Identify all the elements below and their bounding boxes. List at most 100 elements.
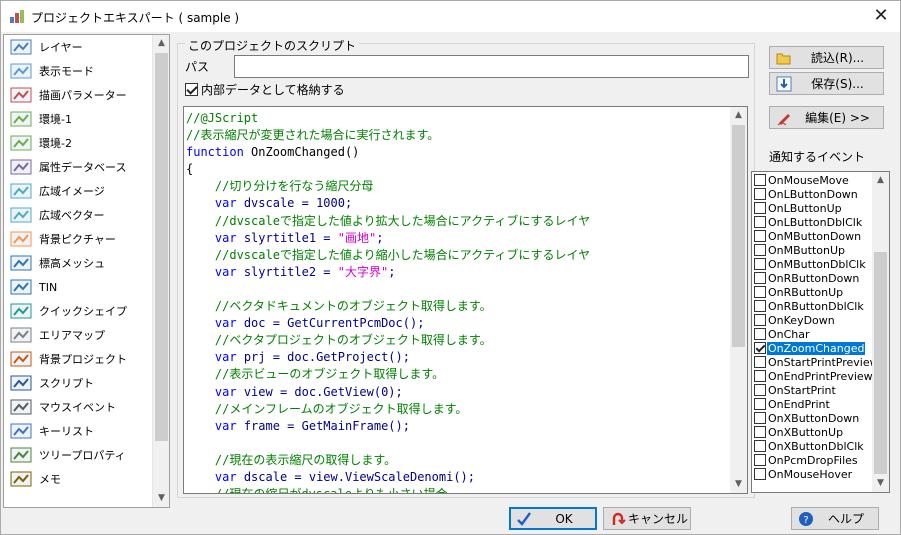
script-group-title: このプロジェクトのスクリプト [185, 37, 360, 54]
cancel-button[interactable]: キャンセル [603, 507, 691, 530]
code-line: var dvscale = 1000; [186, 195, 590, 212]
save-button[interactable]: 保存(S)... [769, 72, 884, 95]
event-checkbox[interactable] [754, 258, 766, 270]
event-item[interactable]: OnXButtonDown [754, 411, 872, 425]
event-checkbox[interactable] [754, 188, 766, 200]
event-item[interactable]: OnPcmDropFiles [754, 453, 872, 467]
category-item[interactable]: 背景ピクチャー [6, 228, 154, 250]
event-item[interactable]: OnMouseHover [754, 467, 872, 481]
event-checkbox[interactable] [754, 370, 766, 382]
event-checkbox[interactable] [754, 356, 766, 368]
event-item-label: OnEndPrint [768, 397, 830, 411]
ok-button[interactable]: OK [509, 507, 597, 530]
edit-button[interactable]: 編集(E) >> [769, 106, 884, 129]
event-checkbox[interactable] [754, 342, 766, 354]
event-checkbox[interactable] [754, 230, 766, 242]
event-item[interactable]: OnXButtonDblClk [754, 439, 872, 453]
category-item[interactable]: 広域イメージ [6, 180, 154, 202]
category-item[interactable]: クイックシェイプ [6, 300, 154, 322]
event-item[interactable]: OnEndPrint [754, 397, 872, 411]
event-checkbox[interactable] [754, 244, 766, 256]
event-item[interactable]: OnLButtonDown [754, 187, 872, 201]
event-checkbox[interactable] [754, 286, 766, 298]
category-item[interactable]: TIN [6, 276, 154, 298]
scroll-down-icon[interactable]: ▼ [872, 475, 889, 492]
event-checkbox[interactable] [754, 272, 766, 284]
event-checkbox[interactable] [754, 398, 766, 410]
scroll-down-icon[interactable]: ▼ [730, 476, 747, 493]
category-item[interactable]: スクリプト [6, 372, 154, 394]
category-item[interactable]: 属性データベース [6, 156, 154, 178]
category-item[interactable]: 環境-1 [6, 108, 154, 130]
category-item[interactable]: 広域ベクター [6, 204, 154, 226]
load-button[interactable]: 読込(R)... [769, 46, 884, 69]
category-list-scrollbar[interactable]: ▲ ▼ [152, 35, 169, 507]
code-line: { [186, 161, 590, 178]
project-expert-dialog: プロジェクトエキスパート ( sample ) ✕ メモ ツリープロパティ キーリス… [0, 0, 901, 535]
event-item[interactable]: OnMButtonDown [754, 229, 872, 243]
event-checkbox[interactable] [754, 328, 766, 340]
category-item[interactable]: マウスイベント [6, 396, 154, 418]
path-input[interactable] [234, 55, 749, 78]
event-checkbox[interactable] [754, 454, 766, 466]
store-internal-check-icon[interactable] [185, 83, 198, 96]
category-item[interactable]: 環境-2 [6, 132, 154, 154]
editor-scrollbar[interactable]: ▲ ▼ [730, 107, 747, 493]
category-item[interactable]: レイヤー [6, 36, 154, 58]
category-item[interactable]: 標高メッシュ [6, 252, 154, 274]
category-item[interactable]: 描画パラメーター [6, 84, 154, 106]
event-item[interactable]: OnMButtonDblClk [754, 257, 872, 271]
close-button[interactable]: ✕ [870, 4, 892, 28]
event-checkbox[interactable] [754, 174, 766, 186]
scroll-thumb[interactable] [155, 53, 168, 441]
event-item[interactable]: OnMouseMove [754, 173, 872, 187]
event-item[interactable]: OnStartPrint [754, 383, 872, 397]
event-checkbox[interactable] [754, 314, 766, 326]
category-item[interactable]: 表示モード [6, 60, 154, 82]
category-item[interactable]: キーリスト [6, 420, 154, 442]
event-checkbox[interactable] [754, 440, 766, 452]
event-item[interactable]: OnLButtonUp [754, 201, 872, 215]
scroll-thumb[interactable] [732, 125, 745, 347]
scroll-up-icon[interactable]: ▲ [872, 172, 889, 189]
scroll-down-icon[interactable]: ▼ [153, 490, 169, 507]
store-internal-checkbox[interactable]: 内部データとして格納する [185, 81, 345, 98]
help-icon: ? [799, 511, 813, 526]
event-checkbox[interactable] [754, 426, 766, 438]
event-checkbox[interactable] [754, 300, 766, 312]
code-line: //切り分けを行なう縮尺分母 [186, 178, 590, 195]
category-item[interactable]: メモ [6, 468, 154, 490]
category-item[interactable]: エリアマップ [6, 324, 154, 346]
event-item[interactable]: OnEndPrintPreview [754, 369, 872, 383]
category-item[interactable]: ツリープロパティ [6, 444, 154, 466]
category-item[interactable]: 背景プロジェクト [6, 348, 154, 370]
event-item[interactable]: OnMButtonUp [754, 243, 872, 257]
event-checkbox[interactable] [754, 384, 766, 396]
event-item[interactable]: OnRButtonUp [754, 285, 872, 299]
event-item[interactable]: OnStartPrintPreview [754, 355, 872, 369]
script-code[interactable]: //@JScript//表示縮尺が変更された場合に実行されます。 function… [186, 110, 590, 493]
event-checkbox[interactable] [754, 412, 766, 424]
event-checkbox[interactable] [754, 468, 766, 480]
event-item[interactable]: OnZoomChanged [754, 341, 872, 355]
script-editor[interactable]: //@JScript//表示縮尺が変更された場合に実行されます。 function… [183, 106, 748, 494]
event-item[interactable]: OnRButtonDblClk [754, 299, 872, 313]
help-button[interactable]: ? ヘルプ [791, 507, 879, 530]
scroll-up-icon[interactable]: ▲ [730, 107, 747, 124]
title-bar: プロジェクトエキスパート ( sample ) ✕ [1, 1, 900, 32]
event-checkbox[interactable] [754, 216, 766, 228]
category-item-label: 環境-2 [39, 137, 72, 150]
event-item[interactable]: OnKeyDown [754, 313, 872, 327]
event-item[interactable]: OnLButtonDblClk [754, 215, 872, 229]
category-item-label: マウスイベント [39, 401, 116, 414]
scroll-thumb[interactable] [874, 252, 887, 474]
scroll-up-icon[interactable]: ▲ [153, 35, 169, 52]
event-item[interactable]: OnXButtonUp [754, 425, 872, 439]
event-item[interactable]: OnRButtonDown [754, 271, 872, 285]
event-checkbox[interactable] [754, 202, 766, 214]
event-list-scrollbar[interactable]: ▲ ▼ [872, 172, 889, 492]
event-item[interactable]: OnChar [754, 327, 872, 341]
